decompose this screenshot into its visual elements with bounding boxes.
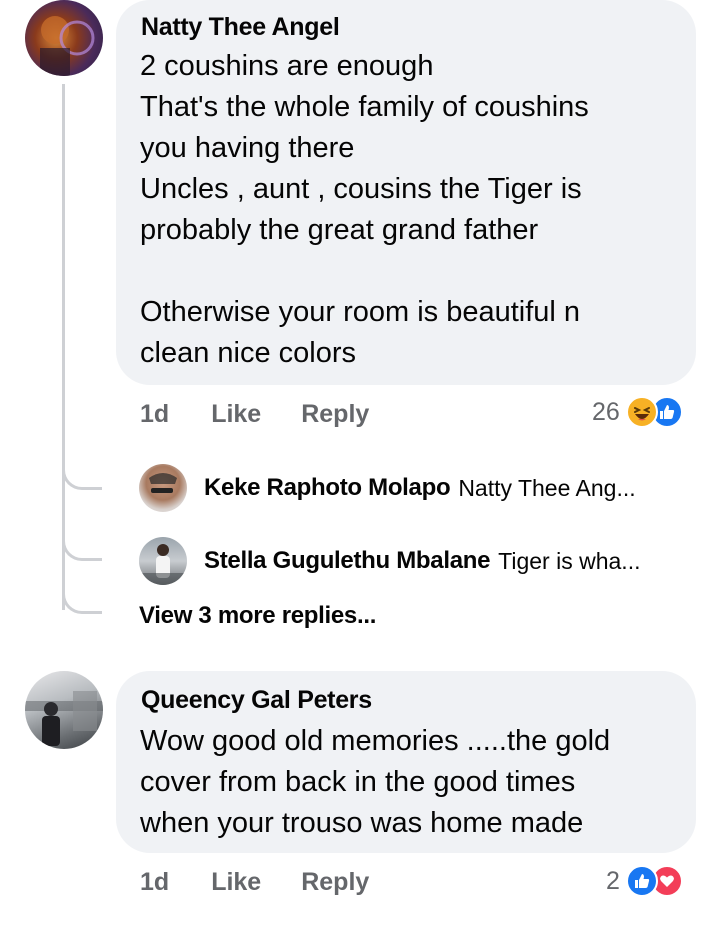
profile-photo-icon <box>25 691 103 746</box>
reply-preview[interactable]: Keke Raphoto Molapo Natty Thee Ang... <box>139 464 636 512</box>
reply-preview[interactable]: Stella Gugulethu Mbalane Tiger is wha... <box>139 537 640 585</box>
haha-icon <box>625 396 658 428</box>
comment-text: 2 coushins are enough That's the whole f… <box>140 50 589 369</box>
reply-branch-line <box>62 462 102 490</box>
reply-snippet: Tiger is wha... <box>498 547 641 574</box>
reply-author-name[interactable]: Keke Raphoto Molapo <box>204 474 451 502</box>
reply-button[interactable]: Reply <box>301 400 369 429</box>
profile-photo-icon <box>149 473 177 493</box>
view-more-branch-line <box>62 586 102 614</box>
like-button[interactable]: Like <box>211 868 261 897</box>
reply-author-avatar[interactable] <box>139 464 187 512</box>
reaction-summary[interactable]: 26 <box>592 396 683 428</box>
reaction-count: 26 <box>592 397 620 426</box>
reply-thread-line <box>62 84 65 610</box>
like-button[interactable]: Like <box>211 400 261 429</box>
like-icon <box>625 865 658 897</box>
reply-snippet: Natty Thee Ang... <box>458 474 636 501</box>
commenter-avatar[interactable] <box>25 0 103 76</box>
comment-text: Wow good old memories .....the gold cove… <box>140 725 611 839</box>
reply-button[interactable]: Reply <box>301 868 369 897</box>
reply-branch-line <box>62 533 102 561</box>
comment-actions: 1d Like Reply <box>140 868 369 897</box>
reply-author-name[interactable]: Stella Gugulethu Mbalane <box>204 547 490 575</box>
comment-actions: 1d Like Reply <box>140 400 369 429</box>
comment-author-name[interactable]: Natty Thee Angel <box>141 13 340 42</box>
comment-author-name[interactable]: Queency Gal Peters <box>141 686 372 715</box>
reaction-count: 2 <box>606 866 620 895</box>
comment-timestamp[interactable]: 1d <box>140 400 169 429</box>
commenter-avatar[interactable] <box>25 671 103 749</box>
view-more-replies-link[interactable]: View 3 more replies... <box>139 602 376 630</box>
reply-author-avatar[interactable] <box>139 537 187 585</box>
comment-timestamp[interactable]: 1d <box>140 868 169 897</box>
profile-photo-icon <box>139 544 187 585</box>
reaction-summary[interactable]: 2 <box>606 865 683 897</box>
profile-photo-icon <box>40 16 95 76</box>
